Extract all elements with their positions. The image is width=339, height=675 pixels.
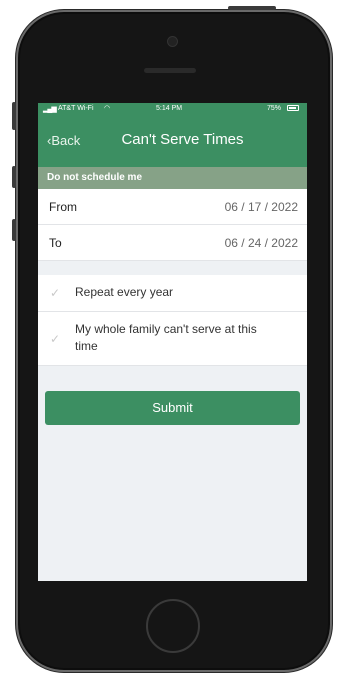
section-header: Do not schedule me [38, 167, 307, 189]
home-button[interactable] [146, 599, 200, 653]
wifi-icon: ◠ [104, 105, 111, 112]
repeat-label: Repeat every year [75, 285, 174, 299]
mute-switch [12, 102, 16, 130]
to-date-row[interactable]: To 06 / 24 / 2022 [38, 225, 307, 261]
carrier-label: AT&T Wi-Fi [58, 105, 94, 112]
from-label: From [49, 200, 77, 214]
power-button [228, 6, 276, 10]
family-label: My whole family can't serve at this time [75, 322, 257, 353]
status-time: 5:14 PM [156, 105, 183, 112]
app-screen: ▂▄▆ AT&T Wi-Fi ◠ 5:14 PM 75% ‹Back Can't… [38, 103, 307, 581]
repeat-every-year-option[interactable]: ✓ Repeat every year [38, 275, 307, 312]
front-camera [168, 37, 177, 46]
battery-icon [287, 105, 299, 111]
to-label: To [49, 236, 62, 250]
signal-icon: ▂▄▆ [43, 106, 57, 113]
page-title: Can't Serve Times [121, 131, 244, 148]
to-date-value[interactable]: 06 / 24 / 2022 [225, 236, 298, 250]
checkmark-icon: ✓ [50, 286, 61, 300]
nav-bar: ‹Back Can't Serve Times [38, 115, 307, 167]
earpiece-speaker [144, 68, 196, 73]
volume-up-button [12, 166, 16, 188]
volume-down-button [12, 219, 16, 241]
from-date-value[interactable]: 06 / 17 / 2022 [225, 200, 298, 214]
status-bar: ▂▄▆ AT&T Wi-Fi ◠ 5:14 PM 75% [38, 103, 307, 115]
checkmark-icon: ✓ [50, 332, 61, 346]
from-date-row[interactable]: From 06 / 17 / 2022 [38, 189, 307, 225]
submit-button[interactable]: Submit [45, 391, 300, 425]
battery-percent: 75% [267, 105, 282, 112]
whole-family-option[interactable]: ✓ My whole family can't serve at this ti… [38, 312, 307, 366]
